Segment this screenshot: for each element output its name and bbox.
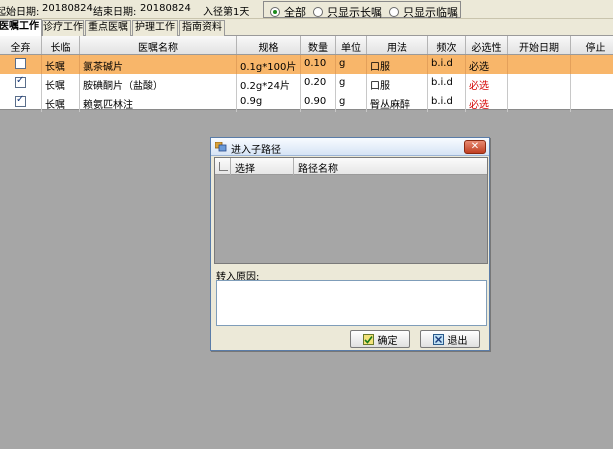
orders-grid: 全弃 长临 医嘱名称 规格 数量 单位 用法 频次 必选性 开始日期 停止 长嘱… xyxy=(0,36,613,112)
radio-long-only[interactable]: 只显示长嘱 xyxy=(313,4,382,20)
cell-name: 赖氨匹林注 xyxy=(80,93,237,112)
col-long-temp: 长临 xyxy=(42,36,80,54)
cell-unit: g xyxy=(336,93,367,112)
col-qty: 数量 xyxy=(301,36,336,54)
cell-freq: b.i.d xyxy=(428,74,466,93)
radio-dot-icon xyxy=(313,7,323,17)
row-checkbox[interactable] xyxy=(15,58,26,69)
cell-unit: g xyxy=(336,55,367,74)
col-unit: 单位 xyxy=(336,36,367,54)
cell-usage: 臀丛麻醉 xyxy=(367,93,428,112)
radio-dot-icon xyxy=(389,7,399,17)
ok-button[interactable]: 确定 xyxy=(350,330,410,348)
cell-type: 长嘱 xyxy=(42,74,80,93)
cell-required: 必选 xyxy=(466,93,508,112)
row-checkbox[interactable] xyxy=(15,94,26,107)
start-date-label: 起始日期: xyxy=(0,7,40,18)
col-required: 必选性 xyxy=(466,36,508,54)
top-filter-bar: 起始日期: 20180824 结束日期: 20180824 入径第1天 全部 只… xyxy=(0,0,613,19)
cell-type: 长嘱 xyxy=(42,55,80,74)
cell-spec: 0.2g*24片 xyxy=(237,74,301,93)
end-date-label: 结束日期: xyxy=(93,7,137,18)
subpath-list[interactable]: 选择 路径名称 xyxy=(214,157,488,264)
col-spec: 规格 xyxy=(237,36,301,54)
radio-all[interactable]: 全部 xyxy=(270,4,306,20)
cell-type: 长嘱 xyxy=(42,93,80,112)
table-row[interactable]: 长嘱 赖氨匹林注 0.9g 0.90 g 臀丛麻醉 b.i.d 必选 xyxy=(0,93,613,112)
close-icon[interactable]: ✕ xyxy=(464,140,486,154)
table-row[interactable]: 长嘱 氯茶碱片 0.1g*100片 0.10 g 口服 b.i.d 必选 xyxy=(0,55,613,74)
cell-start xyxy=(508,55,571,74)
cell-qty: 0.90 xyxy=(301,93,336,112)
exit-icon xyxy=(432,333,444,345)
exit-button[interactable]: 退出 xyxy=(420,330,480,348)
reason-textarea[interactable] xyxy=(216,280,487,326)
col-order-name: 医嘱名称 xyxy=(80,36,237,54)
enter-subpath-dialog: 进入子路径 ✕ 选择 路径名称 转入原因: 确定 退出 xyxy=(210,137,490,351)
tab-guide-data[interactable]: 指南资料 xyxy=(179,20,225,36)
confirm-icon xyxy=(362,333,374,345)
table-row[interactable]: 长嘱 胺碘酮片（盐酸） 0.2g*24片 0.20 g 口服 b.i.d 必选 xyxy=(0,74,613,93)
cell-freq: b.i.d xyxy=(428,93,466,112)
cell-unit: g xyxy=(336,74,367,93)
path-day-label: 入径第1天 xyxy=(203,7,250,18)
cell-start xyxy=(508,93,571,112)
cell-qty: 0.10 xyxy=(301,55,336,74)
cell-spec: 0.9g xyxy=(237,93,301,112)
radio-temp-only[interactable]: 只显示临嘱 xyxy=(389,4,458,20)
end-date-value: 20180824 xyxy=(140,3,191,14)
col-usage: 用法 xyxy=(367,36,428,54)
cell-name: 氯茶碱片 xyxy=(80,55,237,74)
col-stop: 停止 xyxy=(571,36,613,54)
corner-icon xyxy=(219,162,228,171)
col-freq: 频次 xyxy=(428,36,466,54)
cell-name: 胺碘酮片（盐酸） xyxy=(80,74,237,93)
cell-spec: 0.1g*100片 xyxy=(237,55,301,74)
start-date-value: 20180824 xyxy=(42,3,93,14)
cell-stop xyxy=(571,74,613,93)
tab-nursing-work[interactable]: 护理工作 xyxy=(132,20,178,36)
cell-start xyxy=(508,74,571,93)
dialog-titlebar[interactable]: 进入子路径 ✕ xyxy=(211,138,489,156)
work-tabs: 医嘱工作 诊疗工作 重点医嘱 护理工作 指南资料 xyxy=(0,19,613,36)
tab-diagnosis-work[interactable]: 诊疗工作 xyxy=(42,20,84,36)
col-start-date: 开始日期 xyxy=(508,36,571,54)
col-abandon-all[interactable]: 全弃 xyxy=(0,36,42,54)
window-icon xyxy=(215,142,227,152)
cell-qty: 0.20 xyxy=(301,74,336,93)
tab-order-work[interactable]: 医嘱工作 xyxy=(0,19,42,36)
grid-header: 全弃 长临 医嘱名称 规格 数量 单位 用法 频次 必选性 开始日期 停止 xyxy=(0,36,613,55)
col-select: 选择 xyxy=(231,158,294,175)
col-path-name: 路径名称 xyxy=(298,164,338,175)
cell-stop xyxy=(571,93,613,112)
cell-required: 必选 xyxy=(466,55,508,74)
cell-usage: 口服 xyxy=(367,74,428,93)
subpath-list-header: 选择 路径名称 xyxy=(215,158,487,175)
header-corner xyxy=(215,158,231,175)
radio-dot-icon xyxy=(270,7,280,17)
tab-key-orders[interactable]: 重点医嘱 xyxy=(85,20,131,36)
cell-required: 必选 xyxy=(466,74,508,93)
cell-stop xyxy=(571,55,613,74)
cell-usage: 口服 xyxy=(367,55,428,74)
dialog-title: 进入子路径 xyxy=(231,145,281,156)
cell-freq: b.i.d xyxy=(428,55,466,74)
row-checkbox[interactable] xyxy=(15,75,26,88)
order-filter-radio-group: 全部 只显示长嘱 只显示临嘱 xyxy=(263,1,461,20)
